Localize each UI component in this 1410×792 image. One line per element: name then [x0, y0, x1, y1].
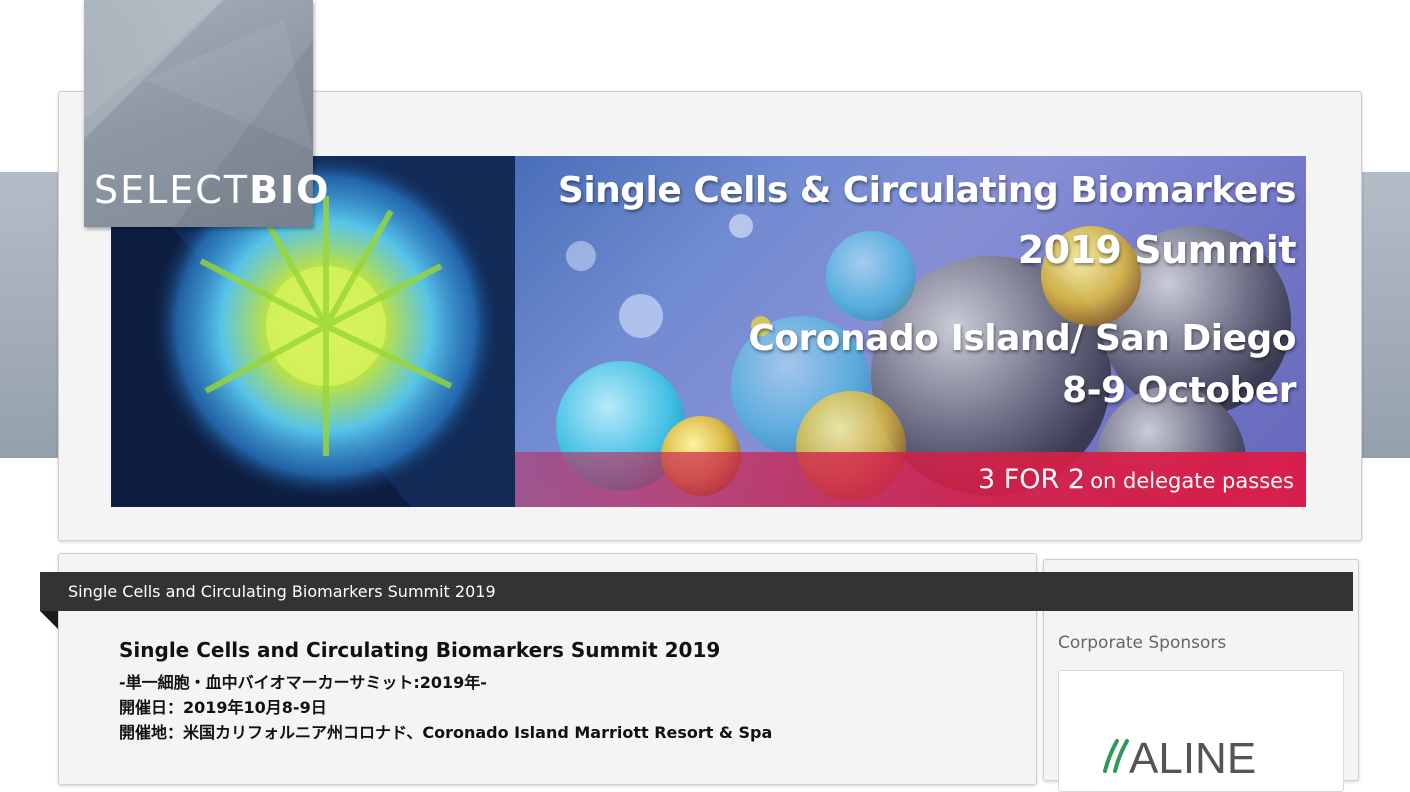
sponsor-card[interactable]: ALINE	[1058, 670, 1344, 792]
offer-big: 3 FOR 2	[978, 464, 1086, 495]
aline-logo: ALINE	[1103, 734, 1256, 783]
page-title-bar-text: Single Cells and Circulating Biomarkers …	[68, 582, 496, 601]
event-venue: 開催地：米国カリフォルニア州コロナド、Coronado Island Marri…	[119, 723, 773, 742]
sponsors-heading: Corporate Sponsors	[1058, 633, 1227, 653]
logo-text: SELECTBIO	[94, 168, 328, 212]
event-content: Single Cells and Circulating Biomarkers …	[119, 638, 772, 745]
banner-title-line-2: 2019 Summit	[1017, 228, 1297, 272]
offer-text: 3 FOR 2 on delegate passes	[978, 464, 1294, 495]
offer-small: on delegate passes	[1090, 469, 1294, 493]
banner-location: Coronado Island/ San Diego	[748, 318, 1296, 359]
selectbio-logo[interactable]: SELECTBIO	[84, 0, 328, 227]
offer-bar: 3 FOR 2 on delegate passes	[515, 452, 1306, 507]
event-title: Single Cells and Circulating Biomarkers …	[119, 638, 721, 662]
logo-text-light: SELECT	[94, 168, 250, 212]
banner-date: 8-9 October	[1062, 370, 1296, 411]
logo-text-bold: BIO	[249, 168, 331, 212]
event-subtitle: -単一細胞・血中バイオマーカーサミット:2019年-	[119, 673, 487, 692]
page-title-bar: Single Cells and Circulating Biomarkers …	[40, 572, 1353, 611]
event-date: 開催日：2019年10月8-9日	[119, 698, 327, 717]
background-band-left	[0, 172, 60, 458]
title-bar-fold	[40, 611, 58, 629]
background-band-right	[1361, 172, 1410, 458]
banner-title-line-1: Single Cells & Circulating Biomarkers	[557, 170, 1297, 211]
sponsor-name: ALINE	[1129, 734, 1256, 783]
